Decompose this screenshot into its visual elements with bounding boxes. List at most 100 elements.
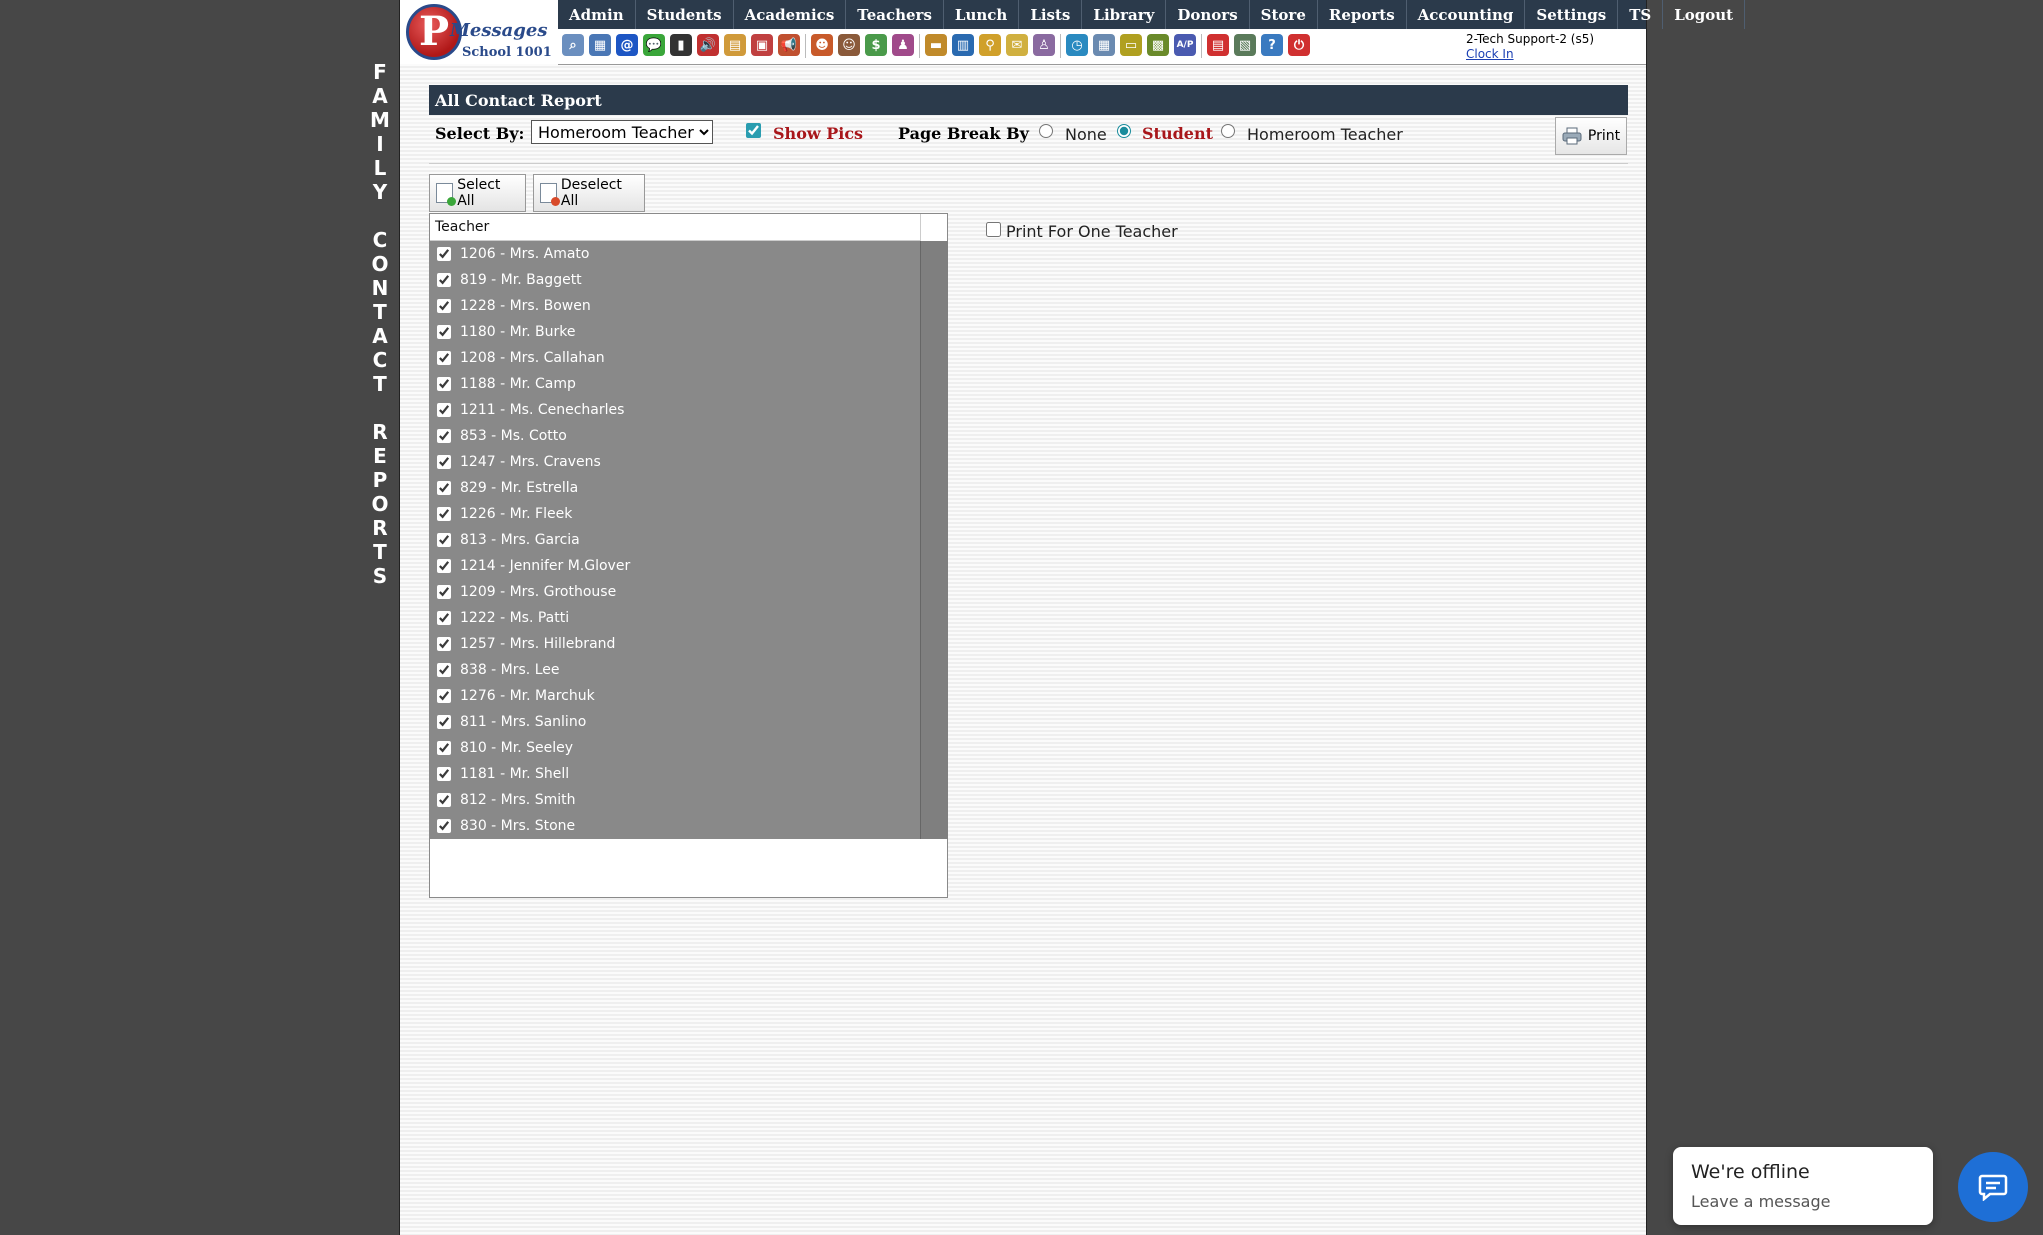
teacher-checkbox[interactable] xyxy=(437,481,451,495)
teacher-row[interactable]: 1209 - Mrs. Grothouse xyxy=(430,579,920,605)
teacher-row[interactable]: 1208 - Mrs. Callahan xyxy=(430,345,920,371)
search-icon[interactable]: ⌕ xyxy=(562,34,584,56)
teacher-checkbox[interactable] xyxy=(437,689,451,703)
teacher-row[interactable]: 1222 - Ms. Patti xyxy=(430,605,920,631)
broom-icon[interactable]: ⚲ xyxy=(979,34,1001,56)
clock-in-link[interactable]: Clock In xyxy=(1466,47,1594,61)
teacher-checkbox[interactable] xyxy=(437,611,451,625)
teacher-checkbox[interactable] xyxy=(437,325,451,339)
nav-donors[interactable]: Donors xyxy=(1166,0,1250,29)
nav-store[interactable]: Store xyxy=(1250,0,1318,29)
teacher-checkbox[interactable] xyxy=(437,819,451,833)
page-break-student-radio[interactable] xyxy=(1117,124,1131,138)
print-one-teacher-checkbox[interactable] xyxy=(986,222,1001,237)
select-all-button[interactable]: Select All xyxy=(429,174,526,212)
school-logo[interactable]: P Messages School 1001 xyxy=(400,0,558,64)
teacher-checkbox[interactable] xyxy=(437,585,451,599)
teacher-checkbox[interactable] xyxy=(437,637,451,651)
teacher-checkbox[interactable] xyxy=(437,559,451,573)
users-icon[interactable]: ♙ xyxy=(1033,34,1055,56)
teacher-checkbox[interactable] xyxy=(437,507,451,521)
teacher-checkbox[interactable] xyxy=(437,273,451,287)
teacher-checkbox[interactable] xyxy=(437,533,451,547)
teacher-row[interactable]: 811 - Mrs. Sanlino xyxy=(430,709,920,735)
teacher-row[interactable]: 829 - Mr. Estrella xyxy=(430,475,920,501)
teacher-row[interactable]: 1181 - Mr. Shell xyxy=(430,761,920,787)
teacher-row[interactable]: 1257 - Mrs. Hillebrand xyxy=(430,631,920,657)
ap-icon[interactable]: A/P xyxy=(1174,34,1196,56)
teacher-row[interactable]: 830 - Mrs. Stone xyxy=(430,813,920,839)
teacher-row[interactable]: 1188 - Mr. Camp xyxy=(430,371,920,397)
teacher-checkbox[interactable] xyxy=(437,247,451,261)
calendar-grid-icon[interactable]: ▦ xyxy=(589,34,611,56)
teacher-checkbox[interactable] xyxy=(437,715,451,729)
teacher-checkbox[interactable] xyxy=(437,403,451,417)
print-button[interactable]: Print xyxy=(1555,117,1627,155)
nav-academics[interactable]: Academics xyxy=(734,0,847,29)
ticket-icon[interactable]: ▭ xyxy=(1120,34,1142,56)
pdf-icon[interactable]: ▤ xyxy=(1207,34,1229,56)
nav-library[interactable]: Library xyxy=(1082,0,1167,29)
nav-teachers[interactable]: Teachers xyxy=(846,0,944,29)
teacher-row[interactable]: 1226 - Mr. Fleek xyxy=(430,501,920,527)
chat-icon[interactable]: 💬 xyxy=(643,34,665,56)
chat-launcher-button[interactable] xyxy=(1958,1152,2028,1222)
teacher-row[interactable]: 810 - Mr. Seeley xyxy=(430,735,920,761)
select-by-dropdown[interactable]: Homeroom Teacher xyxy=(531,120,713,144)
teacher-row[interactable]: 813 - Mrs. Garcia xyxy=(430,527,920,553)
teacher-checkbox[interactable] xyxy=(437,663,451,677)
teacher-row[interactable]: 1211 - Ms. Cenecharles xyxy=(430,397,920,423)
student-icon[interactable]: ☻ xyxy=(811,34,833,56)
teacher-list-scrollbar[interactable] xyxy=(920,241,948,839)
clock-icon[interactable]: ◷ xyxy=(1066,34,1088,56)
calendar-icon[interactable]: ▣ xyxy=(751,34,773,56)
show-pics-checkbox[interactable] xyxy=(746,123,761,138)
mobile-phone-icon[interactable]: ▮ xyxy=(670,34,692,56)
teacher-checkbox[interactable] xyxy=(437,351,451,365)
teacher-row[interactable]: 1206 - Mrs. Amato xyxy=(430,241,920,267)
teacher-row[interactable]: 1247 - Mrs. Cravens xyxy=(430,449,920,475)
nav-students[interactable]: Students xyxy=(636,0,734,29)
nav-lunch[interactable]: Lunch xyxy=(944,0,1020,29)
megaphone-icon[interactable]: 📢 xyxy=(778,34,800,56)
nav-admin[interactable]: Admin xyxy=(558,0,636,29)
chat-offline-bubble[interactable]: We're offline Leave a message xyxy=(1673,1147,1933,1225)
speaker-icon[interactable]: 🔊 xyxy=(697,34,719,56)
page-break-none-radio[interactable] xyxy=(1039,124,1053,138)
teacher-checkbox[interactable] xyxy=(437,455,451,469)
teacher-checkbox[interactable] xyxy=(437,299,451,313)
lunch-icon[interactable]: ▬ xyxy=(925,34,947,56)
page-break-homeroom-radio[interactable] xyxy=(1221,124,1235,138)
power-icon[interactable]: ⏻ xyxy=(1288,34,1310,56)
teacher-row[interactable]: 812 - Mrs. Smith xyxy=(430,787,920,813)
teacher-checkbox[interactable] xyxy=(437,429,451,443)
email-at-icon[interactable]: @ xyxy=(616,34,638,56)
nav-logout[interactable]: Logout xyxy=(1663,0,1746,29)
nav-lists[interactable]: Lists xyxy=(1019,0,1083,29)
nav-ts[interactable]: TS xyxy=(1618,0,1664,29)
teacher-checkbox[interactable] xyxy=(437,793,451,807)
envelope-icon[interactable]: ✉ xyxy=(1006,34,1028,56)
nav-settings[interactable]: Settings xyxy=(1525,0,1619,29)
teacher-icon[interactable]: ☺ xyxy=(838,34,860,56)
teacher-checkbox[interactable] xyxy=(437,741,451,755)
teacher-row[interactable]: 819 - Mr. Baggett xyxy=(430,267,920,293)
teacher-row[interactable]: 1228 - Mrs. Bowen xyxy=(430,293,920,319)
book-icon[interactable]: ▥ xyxy=(952,34,974,56)
teacher-row[interactable]: 1276 - Mr. Marchuk xyxy=(430,683,920,709)
nav-reports[interactable]: Reports xyxy=(1318,0,1407,29)
deselect-all-button[interactable]: Deselect All xyxy=(533,174,645,212)
notepad-icon[interactable]: ▤ xyxy=(724,34,746,56)
teacher-row[interactable]: 853 - Ms. Cotto xyxy=(430,423,920,449)
family-icon[interactable]: ♟ xyxy=(892,34,914,56)
money-icon[interactable]: $ xyxy=(865,34,887,56)
nav-accounting[interactable]: Accounting xyxy=(1407,0,1526,29)
teacher-row[interactable]: 838 - Mrs. Lee xyxy=(430,657,920,683)
teacher-row[interactable]: 1214 - Jennifer M.Glover xyxy=(430,553,920,579)
teacher-row[interactable]: 1180 - Mr. Burke xyxy=(430,319,920,345)
cash-register-icon[interactable]: ▩ xyxy=(1147,34,1169,56)
money-stack-icon[interactable]: ▧ xyxy=(1234,34,1256,56)
teacher-checkbox[interactable] xyxy=(437,377,451,391)
help-icon[interactable]: ? xyxy=(1261,34,1283,56)
table-icon[interactable]: ▦ xyxy=(1093,34,1115,56)
